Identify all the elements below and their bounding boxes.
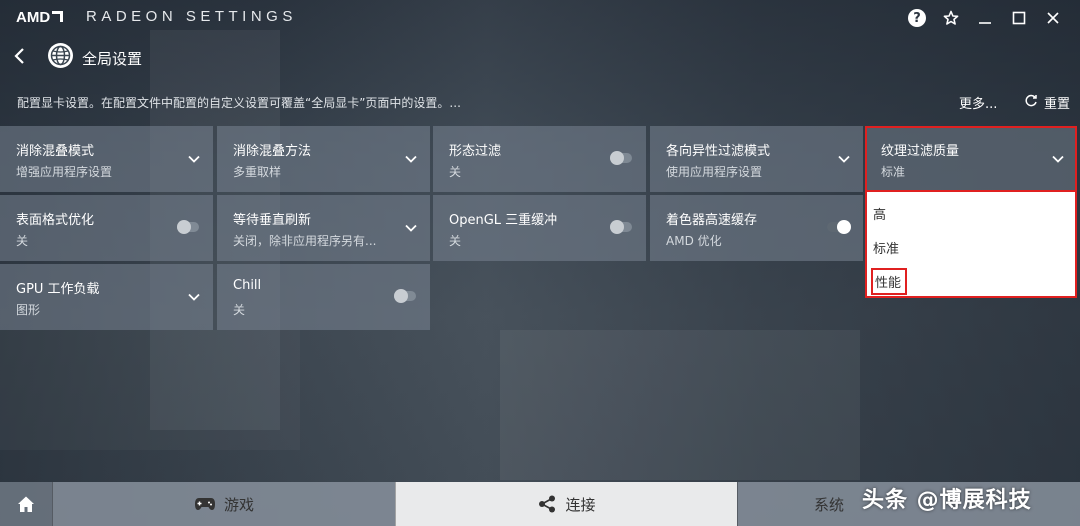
chevron-down-icon (838, 155, 850, 163)
chevron-down-icon (405, 224, 417, 232)
tile-antialiasing-mode[interactable]: 消除混叠模式 增强应用程序设置 (0, 126, 213, 192)
tab-games[interactable]: 游戏 (52, 482, 395, 526)
page-title: 全局设置 (82, 50, 143, 68)
gamepad-icon (194, 498, 215, 510)
page-description: 配置显卡设置。在配置文件中配置的自定义设置可覆盖“全局显卡”页面中的设置。... (17, 96, 461, 110)
tile-texture-filtering-quality[interactable]: 纹理过滤质量 标准 (865, 126, 1077, 192)
tab-games-label: 游戏 (223, 495, 254, 514)
texture-quality-dropdown: 高 标准 性能 (865, 192, 1077, 298)
tile-value: 多重取样 (233, 165, 282, 179)
reset-label: 重置 (1044, 97, 1071, 112)
tile-title: 形态过滤 (449, 144, 502, 159)
watermark: 头条 @博展科技 (862, 488, 1032, 513)
tile-wait-for-vsync[interactable]: 等待垂直刷新 关闭，除非应用程序另有... (217, 195, 430, 261)
chevron-down-icon (188, 293, 200, 301)
tile-anisotropic-filtering[interactable]: 各向异性过滤模式 使用应用程序设置 (650, 126, 863, 192)
tile-value: 增强应用程序设置 (16, 165, 113, 179)
tile-shader-cache[interactable]: 着色器高速缓存 AMD 优化 (650, 195, 863, 261)
reset-button[interactable]: 重置 (1024, 93, 1070, 112)
tile-gpu-workload[interactable]: GPU 工作负载 图形 (0, 264, 213, 330)
tile-chill[interactable]: Chill 关 (217, 264, 430, 330)
chevron-down-icon (405, 155, 417, 163)
back-icon[interactable] (10, 46, 30, 66)
help-icon[interactable]: ? (900, 6, 934, 30)
tile-morphological-filtering[interactable]: 形态过滤 关 (433, 126, 646, 192)
tile-opengl-triple-buffering[interactable]: OpenGL 三重缓冲 关 (433, 195, 646, 261)
maximize-icon[interactable] (1002, 6, 1036, 30)
tile-title: 纹理过滤质量 (881, 144, 960, 159)
chevron-down-icon (188, 155, 200, 163)
toggle-switch[interactable] (177, 220, 199, 234)
close-icon[interactable] (1036, 6, 1070, 30)
tile-value: 关 (16, 234, 29, 248)
tile-title: 着色器高速缓存 (666, 213, 758, 228)
toggle-switch[interactable] (394, 289, 416, 303)
tile-value: 关 (449, 234, 462, 248)
tile-title: 各向异性过滤模式 (666, 144, 771, 159)
amd-logo: AMD (16, 9, 64, 26)
tab-connect[interactable]: 连接 (395, 482, 737, 526)
tile-value: 关 (449, 165, 462, 179)
reset-icon (1024, 94, 1038, 112)
tile-value: AMD 优化 (666, 234, 722, 248)
globe-icon (47, 42, 74, 69)
tile-title: GPU 工作负载 (16, 282, 100, 297)
title-bar: AMD RADEON SETTINGS ? (0, 0, 1080, 36)
tile-title: 消除混叠模式 (16, 144, 95, 159)
tile-value: 图形 (16, 303, 41, 317)
toggle-switch[interactable] (610, 151, 632, 165)
tile-title: 消除混叠方法 (233, 144, 312, 159)
toggle-switch[interactable] (827, 220, 851, 234)
minimize-icon[interactable] (968, 6, 1002, 30)
tile-surface-format-optimization[interactable]: 表面格式优化 关 (0, 195, 213, 261)
share-icon (539, 495, 556, 513)
home-icon (18, 496, 34, 512)
tile-value: 关 (233, 303, 246, 317)
tile-title: OpenGL 三重缓冲 (449, 213, 558, 228)
dropdown-option-performance[interactable]: 性能 (870, 268, 908, 295)
tile-title: 表面格式优化 (16, 213, 95, 228)
tile-antialiasing-method[interactable]: 消除混叠方法 多重取样 (217, 126, 430, 192)
tab-connect-label: 连接 (565, 495, 596, 514)
toggle-switch[interactable] (610, 220, 632, 234)
dropdown-option-high[interactable]: 高 (873, 204, 886, 223)
tile-value: 标准 (881, 165, 906, 179)
more-link[interactable]: 更多... (959, 93, 997, 112)
tile-value: 关闭，除非应用程序另有... (233, 234, 377, 248)
tab-system-label: 系统 (813, 495, 844, 514)
app-title: RADEON SETTINGS (86, 8, 297, 25)
dropdown-option-standard[interactable]: 标准 (873, 238, 899, 257)
tile-title: Chill (233, 278, 262, 293)
chevron-down-icon (1052, 155, 1064, 163)
tile-title: 等待垂直刷新 (233, 213, 312, 228)
tile-value: 使用应用程序设置 (666, 165, 763, 179)
star-icon[interactable] (934, 6, 968, 30)
home-button[interactable] (0, 482, 52, 526)
window-controls: ? (900, 6, 1070, 30)
